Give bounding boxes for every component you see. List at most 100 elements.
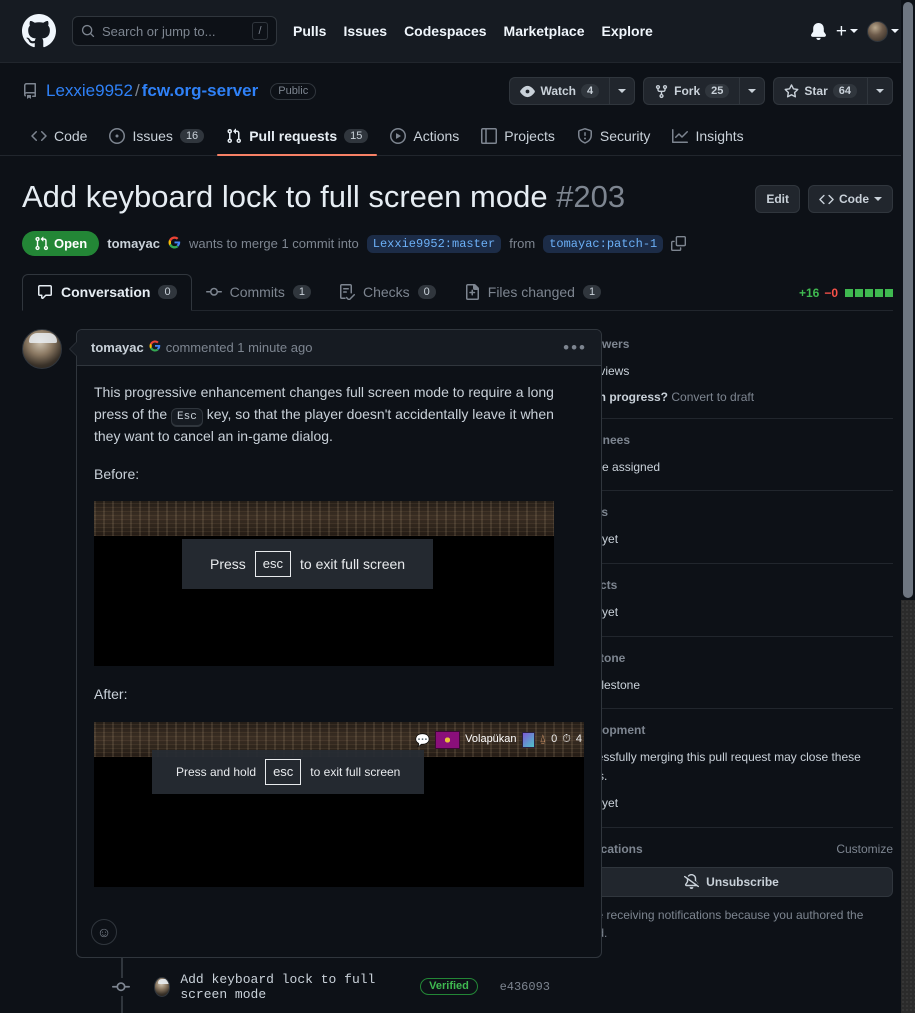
nav-explore[interactable]: Explore bbox=[601, 23, 652, 39]
repo-owner-link[interactable]: Lexxie9952 bbox=[46, 81, 133, 100]
fork-count: 25 bbox=[705, 84, 730, 98]
repo-tab-issues[interactable]: Issues 16 bbox=[100, 121, 213, 155]
repo-tab-code[interactable]: Code bbox=[22, 121, 96, 155]
user-menu[interactable] bbox=[867, 20, 899, 42]
sidebar-section-assignees: Assignees No one assigned bbox=[570, 433, 893, 492]
code-button[interactable]: Code bbox=[808, 185, 893, 213]
watch-count: 4 bbox=[581, 84, 600, 98]
copy-icon[interactable] bbox=[671, 236, 687, 252]
after-screenshot[interactable]: 💬 Volapükan ⍙ 0 ⏱ 4 Press and hold esc t… bbox=[94, 721, 584, 887]
watch-button[interactable]: Watch 4 bbox=[509, 77, 610, 105]
star-dropdown[interactable] bbox=[867, 77, 893, 105]
fork-dropdown[interactable] bbox=[739, 77, 766, 105]
chevron-down-icon bbox=[748, 89, 757, 93]
avatar[interactable] bbox=[22, 329, 62, 370]
repo-name-link[interactable]: fcw.org-server bbox=[142, 81, 259, 100]
bell-icon[interactable] bbox=[810, 22, 827, 40]
repo-tab-count: 16 bbox=[179, 129, 205, 143]
repo-tab-pull-requests[interactable]: Pull requests 15 bbox=[217, 121, 378, 156]
convert-to-draft-link[interactable]: Convert to draft bbox=[671, 390, 754, 404]
comment-icon bbox=[38, 285, 52, 300]
diff-block bbox=[845, 289, 853, 298]
diff-block bbox=[875, 289, 883, 298]
fork-button[interactable]: Fork 25 bbox=[643, 77, 740, 105]
diff-block bbox=[865, 289, 873, 298]
diff-blocks bbox=[845, 289, 893, 298]
pull-request-title-row: Add keyboard lock to full screen mode #2… bbox=[22, 178, 893, 215]
pr-header-buttons: Edit Code bbox=[755, 178, 893, 213]
search-input[interactable]: Search or jump to... / bbox=[72, 16, 277, 46]
repo-tab-actions[interactable]: Actions bbox=[381, 121, 468, 155]
repo-tab-count: 15 bbox=[344, 129, 369, 143]
base-branch-pill[interactable]: Lexxie9952:master bbox=[366, 234, 502, 253]
smiley-add-reaction-icon[interactable]: ☺ bbox=[91, 918, 117, 945]
repo-tab-label: Pull requests bbox=[249, 128, 338, 144]
avatar[interactable] bbox=[154, 976, 171, 997]
code-icon bbox=[31, 130, 47, 142]
comment-author[interactable]: tomayac bbox=[91, 340, 144, 355]
fork-icon bbox=[656, 84, 668, 98]
pr-author-link[interactable]: tomayac bbox=[107, 236, 160, 251]
search-icon bbox=[81, 24, 95, 38]
reviewers-value: No reviews bbox=[570, 364, 630, 379]
sidebar: Reviewers No reviews Still in progress? … bbox=[570, 329, 893, 1013]
tab-count: 0 bbox=[158, 285, 177, 300]
kebab-menu-icon[interactable]: ••• bbox=[563, 339, 587, 356]
sidebar-title[interactable]: Projects bbox=[570, 578, 893, 592]
tab-label: Conversation bbox=[61, 284, 151, 301]
esc-kbd: Esc bbox=[171, 407, 203, 427]
repo-tab-label: Security bbox=[599, 128, 651, 144]
sidebar-title[interactable]: Reviewers bbox=[570, 337, 893, 351]
sidebar-title[interactable]: Assignees bbox=[570, 433, 893, 447]
unsubscribe-button[interactable]: Unsubscribe bbox=[570, 866, 893, 897]
scrollbar-thumb[interactable] bbox=[903, 2, 913, 598]
head-branch-pill[interactable]: tomayac:patch-1 bbox=[543, 234, 664, 253]
watch-label: Watch bbox=[540, 84, 577, 98]
sidebar-section-labels: Labels None yet bbox=[570, 505, 893, 564]
before-screenshot[interactable]: Press esc to exit full screen bbox=[94, 501, 554, 667]
star-button[interactable]: Star 64 bbox=[773, 77, 867, 105]
projects-value: None yet bbox=[570, 604, 619, 619]
nav-marketplace[interactable]: Marketplace bbox=[504, 23, 585, 39]
verified-badge[interactable]: Verified bbox=[420, 978, 478, 996]
nav-pulls[interactable]: Pulls bbox=[293, 23, 326, 39]
github-mark-icon[interactable] bbox=[22, 14, 56, 48]
play-icon bbox=[390, 128, 407, 144]
page-scrollbar[interactable] bbox=[901, 0, 915, 1013]
labels-value: None yet bbox=[570, 532, 619, 547]
sidebar-title[interactable]: Milestone bbox=[570, 651, 893, 665]
tab-commits[interactable]: Commits 1 bbox=[192, 275, 325, 310]
commit-message[interactable]: Add keyboard lock to full screen mode bbox=[180, 972, 410, 1002]
repo-icon bbox=[22, 83, 38, 99]
repo-tab-projects[interactable]: Projects bbox=[472, 121, 564, 155]
commit-node-icon bbox=[112, 977, 130, 996]
repo-tab-label: Code bbox=[54, 128, 88, 144]
pull-request-icon bbox=[35, 236, 49, 251]
tab-count: 1 bbox=[582, 285, 602, 300]
chevron-down-icon bbox=[850, 29, 858, 33]
tab-conversation[interactable]: Conversation 0 bbox=[22, 274, 192, 312]
create-new-button[interactable]: + bbox=[836, 22, 858, 41]
repository-breadcrumb: Lexxie9952/fcw.org-server bbox=[46, 81, 258, 101]
repo-tab-insights[interactable]: Insights bbox=[663, 121, 752, 155]
nav-issues[interactable]: Issues bbox=[343, 23, 387, 39]
pull-request-meta: Open tomayac wants to merge 1 commit int… bbox=[22, 231, 893, 257]
customize-link[interactable]: Customize bbox=[836, 842, 893, 856]
tab-checks[interactable]: Checks 0 bbox=[325, 275, 450, 310]
fork-button-group: Fork 25 bbox=[643, 77, 766, 105]
repository-tabs: Code Issues 16 Pull requests 15 Actions … bbox=[0, 121, 915, 156]
edit-button[interactable]: Edit bbox=[755, 185, 800, 213]
watch-dropdown[interactable] bbox=[609, 77, 636, 105]
commit-sha[interactable]: e436093 bbox=[488, 980, 550, 994]
reaction-bar: ☺ bbox=[77, 915, 601, 957]
repository-actions: Watch 4 Fork 25 Star 64 bbox=[509, 77, 893, 105]
sidebar-title[interactable]: Development bbox=[570, 723, 893, 737]
sidebar-title[interactable]: Labels bbox=[570, 505, 893, 519]
nav-codespaces[interactable]: Codespaces bbox=[404, 23, 486, 39]
shield-icon bbox=[577, 128, 592, 144]
repo-separator: / bbox=[134, 81, 140, 100]
convert-to-draft-row: Still in progress? Convert to draft bbox=[570, 390, 893, 404]
tab-files-changed[interactable]: Files changed 1 bbox=[450, 275, 615, 310]
repo-tab-security[interactable]: Security bbox=[568, 121, 660, 155]
nation-flag-icon bbox=[435, 730, 461, 749]
